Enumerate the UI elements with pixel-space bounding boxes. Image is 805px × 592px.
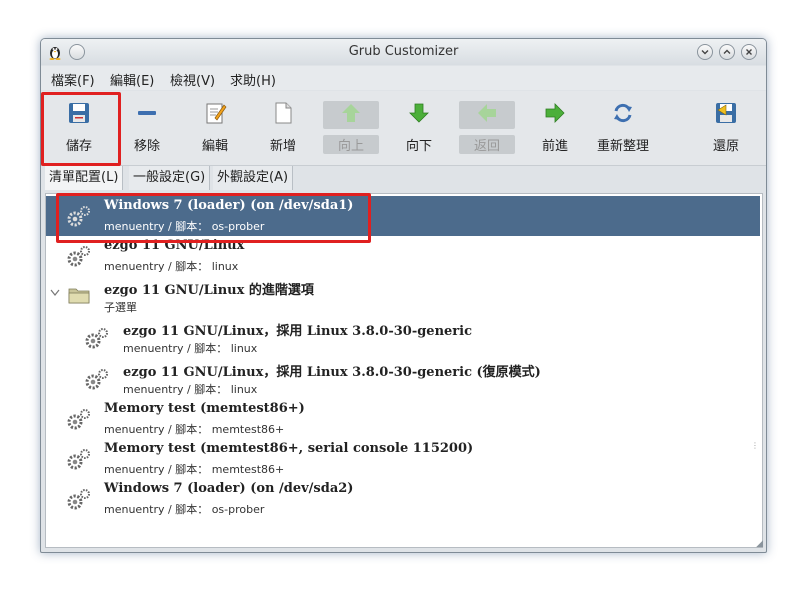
entry-title: Windows 7 (loader) (on /dev/sda1) — [104, 198, 354, 213]
entry-subtitle: 子選單 — [104, 301, 137, 314]
window-menu-button[interactable] — [69, 44, 85, 60]
back-label: 返回 — [459, 135, 515, 154]
gear-icon — [66, 245, 92, 269]
edit-button[interactable]: 編輯 — [186, 101, 244, 157]
close-icon — [746, 49, 752, 55]
down-arrow-icon — [405, 101, 433, 129]
refresh-icon — [609, 101, 637, 129]
list-item[interactable]: ezgo 11 GNU/Linux，採用 Linux 3.8.0-30-gene… — [46, 318, 760, 358]
remove-icon — [133, 101, 161, 129]
maximize-button[interactable] — [719, 44, 735, 60]
list-item[interactable]: ezgo 11 GNU/Linux menuentry / 腳本： linux — [46, 236, 760, 276]
gear-icon — [66, 448, 92, 472]
menu-file[interactable]: 檔案(F) — [51, 70, 95, 89]
window-title: Grub Customizer — [348, 44, 459, 59]
entry-subtitle: menuentry / 腳本： os-prober — [104, 503, 265, 516]
close-button[interactable] — [741, 44, 757, 60]
back-button[interactable]: 返回 — [458, 101, 516, 157]
entry-subtitle: menuentry / 腳本： linux — [123, 342, 258, 355]
edit-label: 編輯 — [201, 139, 228, 154]
revert-button[interactable]: 還原 — [697, 101, 755, 157]
menu-bar: 檔案(F) 編輯(E) 檢視(V) 求助(H) — [41, 66, 766, 90]
move-down-button[interactable]: 向下 — [390, 101, 448, 157]
entry-subtitle: menuentry / 腳本： os-prober — [104, 220, 265, 233]
tab-general-settings[interactable]: 一般設定(G) — [129, 166, 211, 190]
list-item[interactable]: Memory test (memtest86+, serial console … — [46, 439, 760, 479]
save-button[interactable]: 儲存 — [50, 101, 108, 157]
remove-button[interactable]: 移除 — [118, 101, 176, 157]
refresh-button[interactable]: 重新整理 — [594, 101, 652, 157]
chevron-down-icon — [50, 289, 60, 296]
entry-title: ezgo 11 GNU/Linux 的進階選項 — [104, 283, 314, 298]
minimize-button[interactable] — [697, 44, 713, 60]
new-label: 新增 — [269, 139, 296, 154]
move-up-button[interactable]: 向上 — [322, 101, 380, 157]
save-icon — [65, 101, 93, 129]
entry-list[interactable]: Windows 7 (loader) (on /dev/sda1) menuen… — [45, 193, 763, 548]
forward-arrow-icon — [541, 101, 569, 129]
gear-icon — [84, 327, 110, 351]
gear-icon — [66, 205, 92, 229]
gear-icon — [66, 488, 92, 512]
edit-icon — [201, 101, 229, 129]
entry-subtitle: menuentry / 腳本： memtest86+ — [104, 463, 285, 476]
list-item[interactable]: ezgo 11 GNU/Linux，採用 Linux 3.8.0-30-gene… — [46, 359, 760, 399]
chevron-up-icon — [723, 49, 731, 54]
folder-icon — [68, 286, 90, 304]
entry-title: ezgo 11 GNU/Linux，採用 Linux 3.8.0-30-gene… — [123, 365, 541, 380]
tux-penguin-icon[interactable] — [47, 44, 63, 60]
scrollbar-grip-icon[interactable]: ⋮ — [751, 441, 759, 450]
title-bar[interactable]: Grub Customizer — [41, 39, 766, 65]
grub-customizer-window: Grub Customizer 檔案(F) 編輯(E) 檢視(V) 求助(H) … — [40, 38, 767, 553]
revert-icon — [712, 101, 740, 129]
tab-appearance-settings[interactable]: 外觀設定(A) — [213, 166, 294, 190]
revert-label: 還原 — [712, 139, 739, 154]
move-down-label: 向下 — [405, 139, 432, 154]
entry-title: Memory test (memtest86+) — [104, 401, 305, 416]
list-item[interactable]: Windows 7 (loader) (on /dev/sda1) menuen… — [46, 196, 760, 236]
entry-title: ezgo 11 GNU/Linux — [104, 238, 245, 253]
menu-help[interactable]: 求助(H) — [230, 70, 276, 89]
entry-subtitle: menuentry / 腳本： linux — [104, 260, 239, 273]
save-label: 儲存 — [65, 139, 92, 154]
list-item[interactable]: Windows 7 (loader) (on /dev/sda2) menuen… — [46, 479, 760, 519]
list-item[interactable]: Memory test (memtest86+) menuentry / 腳本：… — [46, 399, 760, 439]
forward-button[interactable]: 前進 — [526, 101, 584, 157]
expander-toggle[interactable] — [50, 289, 60, 300]
entry-title: ezgo 11 GNU/Linux，採用 Linux 3.8.0-30-gene… — [123, 324, 473, 339]
toolbar: 儲存 移除 編輯 新增 向上 向下 返回 前進 重新整理 還原 — [41, 91, 766, 166]
move-up-label: 向上 — [323, 135, 379, 154]
new-icon — [269, 101, 297, 129]
chevron-down-icon — [701, 50, 709, 55]
gear-icon — [84, 368, 110, 392]
entry-title: Windows 7 (loader) (on /dev/sda2) — [104, 481, 354, 496]
resize-grip-icon[interactable]: ◢ — [756, 539, 763, 549]
new-button[interactable]: 新增 — [254, 101, 312, 157]
remove-label: 移除 — [133, 139, 160, 154]
back-arrow-icon — [459, 101, 515, 129]
list-item[interactable]: ezgo 11 GNU/Linux 的進階選項 子選單 — [46, 277, 760, 317]
tab-list-configuration[interactable]: 清單配置(L) — [45, 166, 124, 190]
menu-view[interactable]: 檢視(V) — [170, 70, 215, 89]
entry-subtitle: menuentry / 腳本： memtest86+ — [104, 423, 285, 436]
gear-icon — [66, 408, 92, 432]
refresh-label: 重新整理 — [596, 139, 649, 154]
entry-title: Memory test (memtest86+, serial console … — [104, 441, 474, 456]
forward-label: 前進 — [541, 139, 568, 154]
entry-subtitle: menuentry / 腳本： linux — [123, 383, 258, 396]
up-arrow-icon — [323, 101, 379, 129]
menu-edit[interactable]: 編輯(E) — [110, 70, 154, 89]
